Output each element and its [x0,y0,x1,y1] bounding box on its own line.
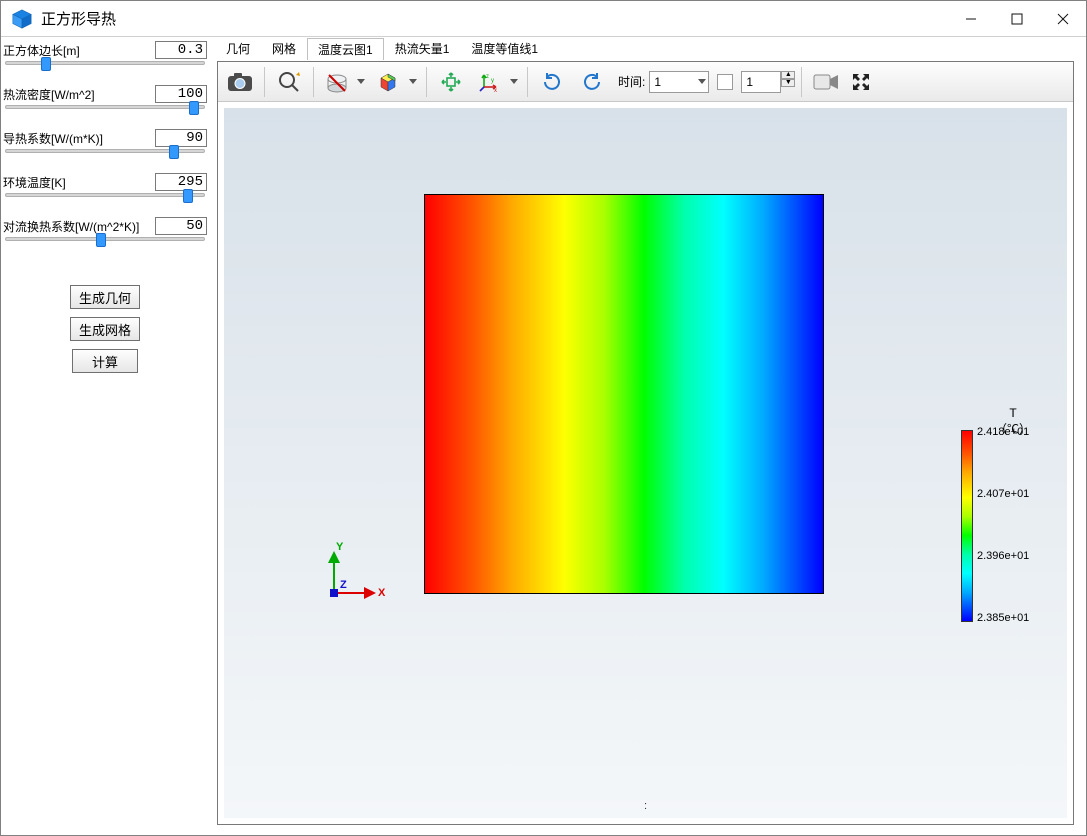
color-cube-button[interactable] [372,65,420,99]
tabs-bar: 几何 网格 温度云图1 热流矢量1 温度等值线1 [209,37,1086,59]
tab-geometry[interactable]: 几何 [215,37,261,59]
param-ambient-temp-label: 环境温度[K] [3,174,66,191]
generate-geometry-button[interactable]: 生成几何 [70,285,140,309]
svg-text:z: z [486,74,489,80]
svg-text:X: X [378,587,386,599]
rotate-cw-button[interactable] [574,65,610,99]
toolbar-divider [801,67,802,97]
time-combo[interactable]: 1 [649,71,709,93]
chevron-down-icon [698,79,706,84]
app-icon [11,8,33,30]
param-ambient-temp-slider[interactable] [5,193,205,197]
param-ambient-temp-input[interactable] [155,173,207,191]
minimize-button[interactable] [948,1,994,37]
colorbar: 2.418e+01 2.407e+01 2.396e+01 2.385e+01 [961,430,1039,622]
time-combo-value: 1 [654,75,661,89]
axis-triad: X Y Z [314,538,394,621]
titlebar: 正方形导热 [1,1,1086,37]
tab-mesh[interactable]: 网格 [261,37,307,59]
window-title: 正方形导热 [41,8,116,29]
viewer-toolbar: z y x 时间: 1 [218,62,1073,102]
video-record-button[interactable] [808,65,844,99]
graphics-canvas[interactable]: X Y Z T（℃） 2.418e+01 2.4 [218,102,1073,824]
time-label: 时间: [618,73,645,90]
toolbar-divider [527,67,528,97]
svg-text:Y: Y [336,541,344,553]
temperature-field-plot [424,194,824,594]
colorbar-label: 2.407e+01 [977,488,1029,500]
snapshot-button[interactable] [222,65,258,99]
colorbar-label: 2.385e+01 [977,612,1029,624]
param-edge-length-input[interactable] [155,41,207,59]
toggle-show-checkbox[interactable] [717,74,733,90]
status-indicator: : [644,800,647,812]
param-conductivity-label: 导热系数[W/(m*K)] [3,130,103,147]
svg-text:x: x [494,88,497,93]
maximize-button[interactable] [994,1,1040,37]
frame-spin-input[interactable]: 1 [741,71,781,93]
param-conductivity-input[interactable] [155,129,207,147]
generate-mesh-button[interactable]: 生成网格 [70,317,140,341]
chevron-down-icon [510,79,518,84]
parameter-panel: 正方体边长[m] 热流密度[W/m^2] 导热系数[W/(m*K)] [1,37,209,835]
chevron-down-icon [409,79,417,84]
tab-heat-flux-vector[interactable]: 热流矢量1 [384,37,461,59]
colorbar-strip [961,430,973,622]
param-conductivity-slider[interactable] [5,149,205,153]
param-convection-coeff-label: 对流换热系数[W/(m^2*K)] [3,218,139,235]
param-convection-coeff-input[interactable] [155,217,207,235]
param-edge-length-label: 正方体边长[m] [3,42,80,59]
clip-plane-button[interactable] [320,65,368,99]
colorbar-label: 2.418e+01 [977,426,1029,438]
fullscreen-button[interactable] [848,65,874,99]
compute-button[interactable]: 计算 [72,349,138,373]
svg-text:y: y [491,78,494,84]
tab-temperature-contour[interactable]: 温度云图1 [307,38,384,60]
param-heat-flux-slider[interactable] [5,105,205,109]
close-button[interactable] [1040,1,1086,37]
rotate-ccw-button[interactable] [534,65,570,99]
svg-text:Z: Z [340,579,347,591]
param-heat-flux-label: 热流密度[W/m^2] [3,86,95,103]
axis-orientation-button[interactable]: z y x [473,65,521,99]
zoom-extents-button[interactable] [271,65,307,99]
pan-button[interactable] [433,65,469,99]
tab-iso-lines[interactable]: 温度等值线1 [460,37,549,59]
param-edge-length-slider[interactable] [5,61,205,65]
toolbar-divider [313,67,314,97]
param-heat-flux-input[interactable] [155,85,207,103]
frame-spin-buttons[interactable]: ▲▼ [781,71,795,93]
toolbar-divider [426,67,427,97]
colorbar-label: 2.396e+01 [977,550,1029,562]
toolbar-divider [264,67,265,97]
chevron-down-icon [357,79,365,84]
param-convection-coeff-slider[interactable] [5,237,205,241]
